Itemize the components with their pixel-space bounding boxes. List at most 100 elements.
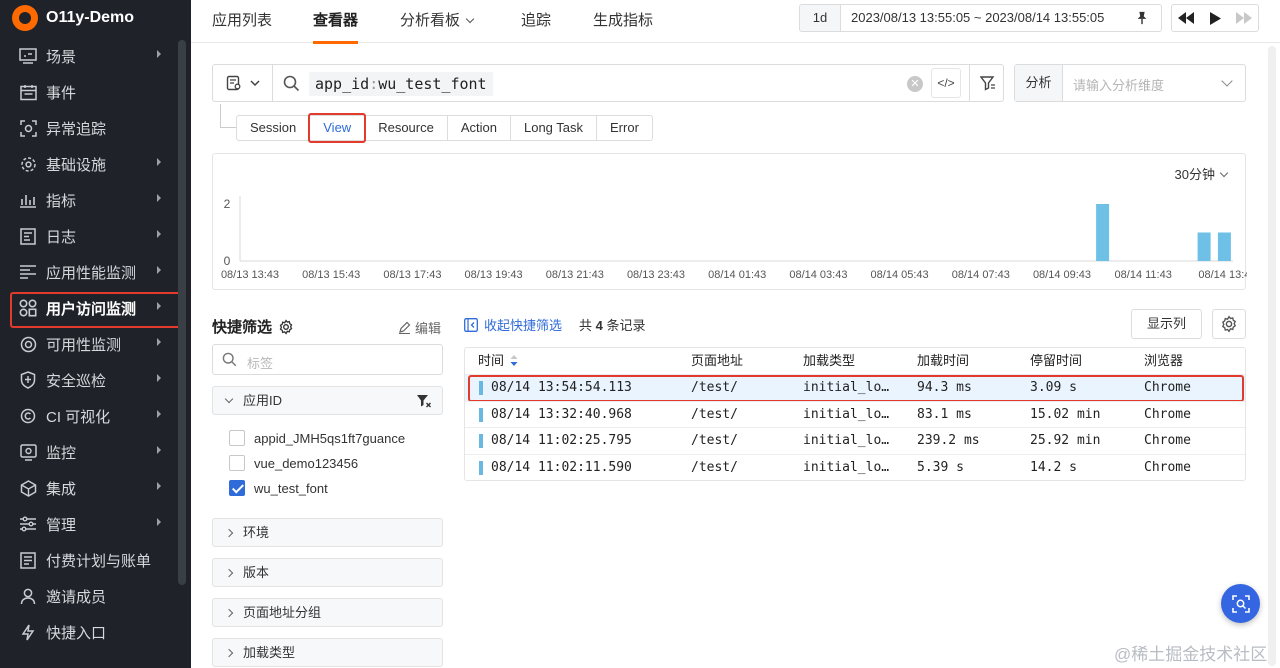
subtab-session[interactable]: Session <box>237 116 311 140</box>
document-search-icon <box>226 75 240 91</box>
subtab-resource[interactable]: Resource <box>365 116 448 140</box>
chevron-down-icon <box>1221 75 1233 87</box>
sidebar-item[interactable]: 管理 <box>0 506 191 542</box>
subtab-view[interactable]: View <box>308 113 367 143</box>
rewind-button[interactable] <box>1172 5 1201 31</box>
sidebar-item[interactable]: 应用性能监测 <box>0 254 191 290</box>
query-mode-button[interactable] <box>213 65 273 101</box>
tab-explorer[interactable]: 查看器 <box>313 9 359 44</box>
sidebar-item[interactable]: 异常追踪 <box>0 110 191 146</box>
sidebar-item[interactable]: 可用性监测 <box>0 326 191 362</box>
tab-app-list[interactable]: 应用列表 <box>212 9 272 30</box>
show-columns-button[interactable]: 显示列 <box>1131 309 1202 339</box>
sidebar-item[interactable]: 事件 <box>0 74 191 110</box>
count-prefix: 共 <box>579 318 593 333</box>
x-tick-label: 08/13 21:43 <box>546 269 604 281</box>
forward-button[interactable] <box>1229 5 1258 31</box>
column-header-time[interactable]: 时间 <box>478 348 518 374</box>
sidebar-nav: 场景 事件 异常追踪 基础设施 指标 日志 应用性能监测 用户访问监测 可用性监测 安全巡检 CI … <box>0 38 191 650</box>
watermark: @稀土掘金技术社区 <box>1114 645 1268 664</box>
histogram-chart: 0 2 08/13 13:43 08/13 15:43 08/13 17:43 08/13… <box>221 196 1247 281</box>
sidebar-item[interactable]: 指标 <box>0 182 191 218</box>
cell-type: initial_lo… <box>803 406 890 422</box>
filter-group-page-url[interactable]: 页面地址分组 <box>212 598 443 627</box>
floating-action-button[interactable] <box>1221 584 1260 623</box>
x-tick-label: 08/13 13:43 <box>221 269 279 281</box>
filter-option[interactable]: appid_JMH5qs1ft7guance <box>229 429 405 447</box>
scan-icon <box>1231 594 1250 613</box>
gear-icon <box>1221 315 1237 333</box>
filter-group-env[interactable]: 环境 <box>212 518 443 547</box>
sidebar-item[interactable]: 集成 <box>0 470 191 506</box>
filter-settings-button[interactable] <box>969 65 1005 101</box>
analysis-dimension-select[interactable]: 分析 请输入分析维度 <box>1014 64 1246 102</box>
chevron-right-icon <box>157 374 161 382</box>
subtab-error[interactable]: Error <box>597 116 652 140</box>
cell-url: /test/ <box>691 433 738 449</box>
collapse-quick-filter-button[interactable]: 收起快捷筛选 <box>464 315 562 334</box>
filter-group-version[interactable]: 版本 <box>212 558 443 587</box>
sidebar-item[interactable]: 安全巡检 <box>0 362 191 398</box>
filter-group-load-type[interactable]: 加载类型 <box>212 638 443 667</box>
chevron-down-icon <box>249 80 260 86</box>
search-placeholder: 标签 <box>247 356 274 371</box>
column-header-stay-time[interactable]: 停留时间 <box>1030 348 1082 374</box>
table-row[interactable]: 08/14 13:54:54.113/test/initial_lo… 94.3 … <box>465 374 1245 401</box>
main-scrollbar[interactable] <box>1268 46 1276 666</box>
histogram-bar <box>1096 204 1110 261</box>
table-row[interactable]: 08/14 11:02:25.795/test/initial_lo… 239.2… <box>465 427 1245 454</box>
play-icon <box>1209 11 1221 25</box>
column-header-load-type[interactable]: 加载类型 <box>803 348 855 374</box>
cell-browser: Chrome <box>1144 459 1191 475</box>
chevron-right-icon <box>224 608 234 618</box>
column-header-browser[interactable]: 浏览器 <box>1144 348 1183 374</box>
quick-filter-title: 快捷筛选 <box>212 316 294 337</box>
tab-tracing[interactable]: 追踪 <box>521 9 551 30</box>
sidebar-scrollbar[interactable] <box>178 40 186 585</box>
column-header-url[interactable]: 页面地址 <box>691 348 743 374</box>
gear-icon[interactable] <box>278 318 294 335</box>
sidebar-item[interactable]: 场景 <box>0 38 191 74</box>
time-range-picker[interactable]: 2023/08/13 13:55:05 ~ 2023/08/14 13:55:0… <box>840 4 1162 32</box>
sidebar-item[interactable]: CI 可视化 <box>0 398 191 434</box>
filter-group-app-id[interactable]: 应用ID <box>212 386 443 415</box>
pin-icon[interactable] <box>1135 11 1149 25</box>
tab-generate-metrics[interactable]: 生成指标 <box>593 9 653 30</box>
sidebar-item[interactable]: 快捷入口 <box>0 614 191 650</box>
sidebar-item[interactable]: 基础设施 <box>0 146 191 182</box>
quick-filter-edit-button[interactable]: 编辑 <box>398 318 441 337</box>
app-logo[interactable]: O11y-Demo <box>0 0 191 36</box>
shortcut-icon <box>18 623 38 641</box>
sidebar-item[interactable]: 用户访问监测 <box>0 290 191 328</box>
play-button[interactable] <box>1201 5 1230 31</box>
sidebar-item[interactable]: 监控 <box>0 434 191 470</box>
interval-select[interactable]: 30分钟 <box>1175 164 1229 183</box>
sort-icon[interactable] <box>510 355 518 366</box>
cell-browser: Chrome <box>1144 380 1191 396</box>
filter-option[interactable]: vue_demo123456 <box>229 454 358 472</box>
subtab-long-task[interactable]: Long Task <box>511 116 598 140</box>
tab-analysis-dashboard[interactable]: 分析看板 <box>400 9 475 30</box>
quick-range-button[interactable]: 1d <box>799 4 841 32</box>
cell-load: 94.3 ms <box>917 380 972 396</box>
table-settings-button[interactable] <box>1212 309 1246 339</box>
sidebar-item[interactable]: 邀请成员 <box>0 578 191 614</box>
sidebar-item[interactable]: 日志 <box>0 218 191 254</box>
sidebar-item[interactable]: 付费计划与账单 <box>0 542 191 578</box>
cell-time: 08/14 11:02:11.590 <box>491 459 632 475</box>
filter-option[interactable]: wu_test_font <box>229 479 328 497</box>
table-row[interactable]: 08/14 11:02:11.590/test/initial_lo… 5.39 … <box>465 453 1245 481</box>
availability-icon <box>18 335 38 353</box>
table-row[interactable]: 08/14 13:32:40.968/test/initial_lo… 83.1 … <box>465 400 1245 428</box>
subtab-action[interactable]: Action <box>448 116 511 140</box>
column-header-load-time[interactable]: 加载时间 <box>917 348 969 374</box>
checkbox[interactable] <box>229 430 245 446</box>
checkbox[interactable] <box>229 455 245 471</box>
filter-group-label: 应用ID <box>243 393 283 408</box>
query-token[interactable]: app_id:wu_test_font <box>309 72 493 96</box>
clear-query-button[interactable]: ✕ <box>907 76 923 92</box>
code-mode-button[interactable]: </> <box>931 68 961 98</box>
quick-filter-search-input[interactable]: 标签 <box>212 344 443 375</box>
checkbox-checked[interactable] <box>229 480 245 496</box>
clear-filter-icon[interactable] <box>416 393 432 409</box>
